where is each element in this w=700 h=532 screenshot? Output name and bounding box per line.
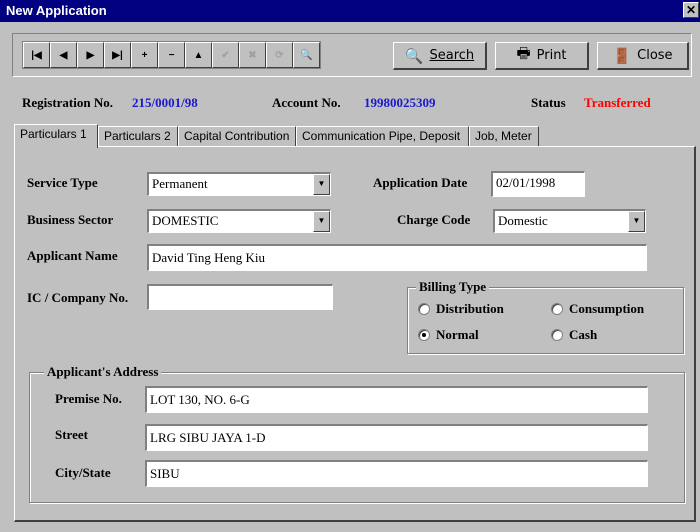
cancel-record-button[interactable]: ✖ — [239, 42, 266, 68]
applicant-address-title: Applicant's Address — [44, 364, 162, 380]
search-icon: 🔍 — [404, 46, 424, 65]
billing-normal-radio[interactable]: Normal — [418, 327, 479, 343]
premise-no-value: LOT 130, NO. 6-G — [150, 392, 250, 407]
radio-circle-icon[interactable] — [551, 303, 563, 315]
applicant-name-field[interactable]: David Ting Heng Kiu — [147, 244, 647, 271]
business-sector-value: DOMESTIC — [152, 213, 219, 228]
chevron-down-icon[interactable]: ▼ — [628, 211, 645, 232]
charge-code-label: Charge Code — [397, 212, 471, 227]
business-sector-label: Business Sector — [27, 212, 114, 227]
billing-cash-radio[interactable]: Cash — [551, 327, 597, 343]
window-title: New Application — [6, 3, 107, 18]
radio-circle-icon[interactable] — [418, 303, 430, 315]
save-record-button[interactable]: ✔ — [212, 42, 239, 68]
account-label: Account No. — [272, 95, 341, 110]
title-bar: New Application ✕ — [0, 0, 700, 22]
window-close-icon[interactable]: ✕ — [683, 2, 699, 18]
new-application-window: New Application ✕ |◀ ◀ ▶ ▶| + − ▲ ✔ ✖ ⟳ 🔍 🔍 Search… — [0, 0, 700, 532]
search-button[interactable]: 🔍 Search — [393, 42, 487, 70]
billing-distribution-label: Distribution — [436, 301, 504, 316]
billing-type-title: Billing Type — [416, 279, 490, 295]
city-state-value: SIBU — [150, 466, 180, 481]
billing-cash-label: Cash — [569, 327, 598, 342]
close-button[interactable]: 🚪 Close — [597, 42, 689, 70]
application-date-label: Application Date — [373, 175, 468, 190]
tab-capital-contribution[interactable]: Capital Contribution — [178, 126, 296, 147]
exit-door-icon: 🚪 — [612, 46, 632, 65]
registration-label: Registration No. — [22, 95, 113, 110]
printer-icon: 🖶 — [516, 44, 531, 62]
charge-code-select[interactable]: Domestic ▼ — [493, 209, 646, 233]
record-navigation-group: |◀ ◀ ▶ ▶| + − ▲ ✔ ✖ ⟳ 🔍 — [22, 41, 321, 69]
service-type-select[interactable]: Permanent ▼ — [147, 172, 331, 196]
registration-value: 215/0001/98 — [132, 95, 198, 110]
billing-consumption-label: Consumption — [569, 301, 645, 316]
status-value: Transferred — [584, 95, 651, 110]
close-button-label: Close — [637, 48, 673, 63]
edit-record-button[interactable]: ▲ — [185, 42, 212, 68]
premise-no-label: Premise No. — [55, 391, 122, 406]
billing-consumption-radio[interactable]: Consumption — [551, 301, 644, 317]
street-label: Street — [55, 427, 88, 442]
account-value: 19980025309 — [364, 95, 436, 110]
premise-no-field[interactable]: LOT 130, NO. 6-G — [145, 386, 648, 413]
business-sector-select[interactable]: DOMESTIC ▼ — [147, 209, 331, 233]
service-type-value: Permanent — [152, 176, 208, 191]
radio-selected-icon[interactable] — [418, 329, 430, 341]
application-date-value: 02/01/1998 — [496, 175, 556, 190]
tab-job-meter[interactable]: Job, Meter — [469, 126, 539, 147]
ic-company-label: IC / Company No. — [27, 290, 129, 305]
next-record-button[interactable]: ▶ — [77, 42, 104, 68]
print-button-label: Print — [536, 48, 567, 63]
refresh-button[interactable]: ⟳ — [266, 42, 293, 68]
search-button-label: Search — [429, 48, 475, 63]
print-button[interactable]: 🖶 Print — [495, 42, 589, 70]
toolbar: |◀ ◀ ▶ ▶| + − ▲ ✔ ✖ ⟳ 🔍 🔍 Search 🖶 Print 🚪 Close — [12, 33, 692, 77]
tab-particulars-2[interactable]: Particulars 2 — [98, 126, 178, 147]
applicant-name-value: David Ting Heng Kiu — [152, 250, 266, 265]
application-date-field[interactable]: 02/01/1998 — [491, 171, 585, 197]
last-record-button[interactable]: ▶| — [104, 42, 131, 68]
chevron-down-icon[interactable]: ▼ — [313, 211, 330, 232]
billing-normal-label: Normal — [436, 327, 479, 342]
billing-type-group: Billing Type — [407, 279, 684, 354]
tab-communication-pipe-deposit[interactable]: Communication Pipe, Deposit — [296, 126, 469, 147]
service-type-label: Service Type — [27, 175, 98, 190]
add-record-button[interactable]: + — [131, 42, 158, 68]
street-field[interactable]: LRG SIBU JAYA 1-D — [145, 424, 648, 451]
charge-code-value: Domestic — [498, 213, 548, 228]
ic-company-field[interactable] — [147, 284, 333, 310]
street-value: LRG SIBU JAYA 1-D — [150, 430, 266, 445]
chevron-down-icon[interactable]: ▼ — [313, 174, 330, 195]
delete-record-button[interactable]: − — [158, 42, 185, 68]
status-label: Status — [531, 95, 566, 110]
first-record-button[interactable]: |◀ — [23, 42, 50, 68]
city-state-label: City/State — [55, 465, 111, 480]
city-state-field[interactable]: SIBU — [145, 460, 648, 487]
tab-particulars-1[interactable]: Particulars 1 — [14, 124, 98, 148]
applicant-name-label: Applicant Name — [27, 248, 118, 263]
prev-record-button[interactable]: ◀ — [50, 42, 77, 68]
lookup-button[interactable]: 🔍 — [293, 42, 320, 68]
radio-circle-icon[interactable] — [551, 329, 563, 341]
billing-distribution-radio[interactable]: Distribution — [418, 301, 504, 317]
